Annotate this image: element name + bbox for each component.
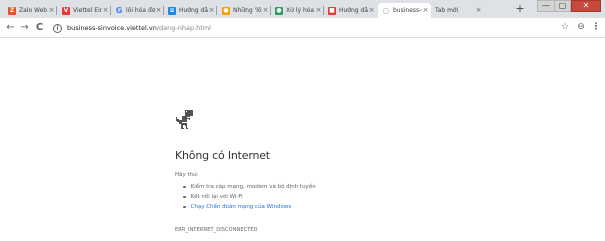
maximize-button[interactable]: ▢ xyxy=(555,0,571,12)
tab-4[interactable]: ● Những 'lỗi' × xyxy=(218,3,271,18)
tab-2[interactable]: Glỗi hóa đơn× xyxy=(111,3,164,18)
suggestion-list: Kiểm tra cáp mạng, modem và bộ định tuyế… xyxy=(183,182,316,212)
page-icon: ≡ xyxy=(168,6,176,15)
zalo-icon: Z xyxy=(8,6,16,15)
bullet-icon xyxy=(183,195,186,199)
offline-dinosaur-icon xyxy=(176,110,193,129)
tab-label: Xử lý hóa đơ xyxy=(286,7,315,14)
tab-1[interactable]: VViettel Einvo× xyxy=(58,3,111,18)
tab-separator xyxy=(216,6,217,15)
tab-close-icon[interactable]: × xyxy=(155,7,162,14)
tab-3[interactable]: ≡Hướng dẫn× xyxy=(164,3,217,18)
tab-label: lỗi hóa đơn xyxy=(126,7,155,14)
doc-icon: ■ xyxy=(328,6,336,15)
tab-7[interactable]: ◌business-sin× xyxy=(378,3,431,18)
new-tab-button[interactable]: + xyxy=(514,3,526,15)
minimize-button[interactable]: — xyxy=(537,0,555,12)
viettel-icon: V xyxy=(62,6,70,15)
url-host: business-sinvoice.viettel.vn xyxy=(67,24,157,32)
tab-label: Zalo Web xyxy=(19,7,48,14)
bulb-icon: ● xyxy=(222,6,230,15)
tab-close-icon[interactable]: × xyxy=(48,7,55,14)
tab-label: Viettel Einvo xyxy=(73,7,102,14)
tab-close-icon[interactable]: × xyxy=(475,7,482,14)
tab-label: Tab mới xyxy=(435,7,459,14)
tab-close-icon[interactable]: × xyxy=(422,7,429,14)
tab-close-icon[interactable]: × xyxy=(368,7,375,14)
reload-button[interactable]: C xyxy=(34,22,45,33)
tab-label: business-sin xyxy=(393,7,422,14)
browser-toolbar: ← → C i business-sinvoice.viettel.vn/dan… xyxy=(0,18,605,38)
account-icon[interactable]: ⊖ xyxy=(576,22,586,33)
tab-8[interactable]: Tab mới × xyxy=(431,3,484,18)
forward-button[interactable]: → xyxy=(19,22,30,33)
bookmark-star-icon[interactable]: ☆ xyxy=(560,22,570,33)
tab-close-icon[interactable]: × xyxy=(102,7,109,14)
bullet-icon xyxy=(183,185,186,189)
error-title: Không có Internet xyxy=(175,149,270,162)
tab-label: Những 'lỗi' xyxy=(233,7,262,14)
site-info-icon[interactable]: i xyxy=(53,23,62,33)
tab-5[interactable]: ●Xử lý hóa đơ× xyxy=(271,3,324,18)
suggestion-check-cables: Kiểm tra cáp mạng, modem và bộ định tuyế… xyxy=(183,182,316,192)
bullet-icon xyxy=(183,205,186,209)
address-bar[interactable]: i business-sinvoice.viettel.vn/dang-nhap… xyxy=(53,22,553,34)
tab-separator xyxy=(56,6,57,15)
tab-strip: ZZalo Web×VViettel Einvo×Glỗi hóa đơn×≡H… xyxy=(0,0,605,18)
tab-close-icon[interactable]: × xyxy=(208,7,215,14)
offline-globe-icon: ◌ xyxy=(382,5,390,15)
google-icon: G xyxy=(115,5,123,15)
error-code: ERR_INTERNET_DISCONNECTED xyxy=(175,227,258,233)
tab-6[interactable]: ■Hướng dẫn× xyxy=(324,3,377,18)
menu-icon[interactable]: ⋮ xyxy=(591,22,601,33)
close-window-button[interactable]: ✕ xyxy=(571,0,601,12)
tab-label: Hướng dẫn xyxy=(179,7,208,14)
tab-close-icon[interactable]: × xyxy=(315,7,322,14)
tab-0[interactable]: Z Zalo Web × xyxy=(4,3,57,18)
url-path: /dang-nhap.html xyxy=(156,24,211,32)
suggestion-run-diagnostics-link[interactable]: Chạy Chẩn đoán mạng của Windows xyxy=(183,202,316,212)
try-label: Hãy thử: xyxy=(175,172,199,178)
back-button[interactable]: ← xyxy=(5,22,16,33)
suggestion-reconnect-wifi: Kết nối lại với Wi-Fi xyxy=(183,192,316,202)
tab-label: Hướng dẫn xyxy=(339,7,368,14)
tab-close-icon[interactable]: × xyxy=(262,7,269,14)
globe-icon: ● xyxy=(275,6,283,15)
